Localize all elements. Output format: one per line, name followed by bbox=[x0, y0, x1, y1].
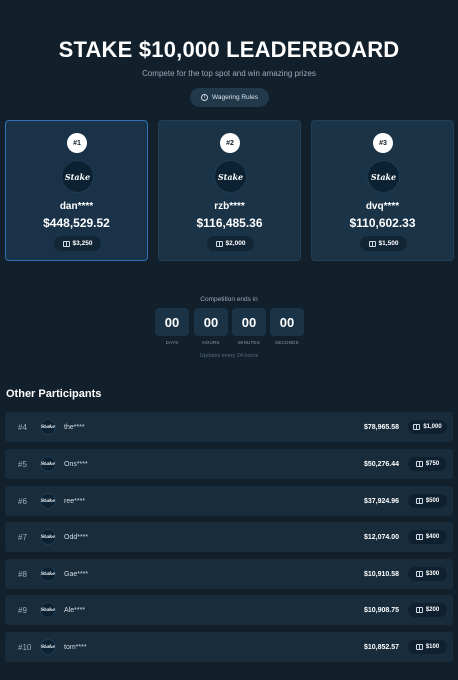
row-wager-amount: $10,852.57 bbox=[363, 643, 399, 651]
leaderboard-page: STAKE $10,000 LEADERBOARD Compete for th… bbox=[0, 0, 458, 680]
row-prize-amount: $200 bbox=[425, 607, 440, 613]
wager-amount: $110,602.33 bbox=[349, 216, 416, 230]
row-rank: #10 bbox=[18, 642, 32, 652]
row-prize-badge: $1,000 bbox=[408, 420, 447, 434]
row-player-name: tom**** bbox=[64, 643, 87, 651]
row-prize-badge: $300 bbox=[408, 567, 447, 581]
row-wager-amount: $50,276.44 bbox=[363, 460, 399, 468]
row-player-name: ree**** bbox=[64, 497, 86, 505]
stake-logo: Stake bbox=[40, 529, 56, 545]
gift-icon bbox=[415, 644, 423, 650]
rank-badge: #3 bbox=[373, 133, 393, 153]
row-wager-amount: $10,910.58 bbox=[363, 570, 399, 578]
player-name: dan**** bbox=[59, 201, 94, 212]
info-icon: i bbox=[200, 94, 208, 101]
gift-icon bbox=[368, 240, 376, 247]
page-title: STAKE $10,000 LEADERBOARD bbox=[58, 37, 400, 62]
row-player-name: Odd**** bbox=[64, 533, 89, 541]
row-wager-amount: $10,908.75 bbox=[363, 606, 399, 614]
countdown-hours: 00 bbox=[194, 308, 228, 336]
gift-icon bbox=[62, 240, 70, 247]
row-player-name: Ons**** bbox=[64, 460, 88, 468]
podium-card-first: #1 Stake dan**** $448,529.52 $3,250 bbox=[5, 120, 148, 261]
gift-icon bbox=[415, 498, 423, 504]
prize-amount: $2,000 bbox=[225, 240, 246, 247]
gift-icon bbox=[415, 534, 423, 540]
row-prize-amount: $750 bbox=[425, 461, 440, 467]
table-row: #9 Stake Ale**** $10,908.75 $200 bbox=[5, 595, 453, 625]
table-row: #8 Stake Gae**** $10,910.58 $300 bbox=[5, 559, 453, 589]
wagering-rules-label: Wagering Rules bbox=[211, 94, 258, 101]
row-prize-badge: $400 bbox=[408, 530, 447, 544]
row-prize-badge: $500 bbox=[408, 494, 447, 508]
row-prize-amount: $500 bbox=[425, 498, 440, 504]
podium-card-third: #3 Stake dvq**** $110,602.33 $1,500 bbox=[311, 120, 454, 261]
stake-logo: Stake bbox=[40, 639, 56, 655]
stake-logo: Stake bbox=[40, 456, 56, 472]
table-row: #4 Stake the**** $78,965.58 $1,000 bbox=[5, 412, 453, 442]
row-prize-amount: $300 bbox=[425, 571, 440, 577]
table-row: #7 Stake Odd**** $12,074.00 $400 bbox=[5, 522, 453, 552]
row-rank: #6 bbox=[18, 496, 27, 506]
stake-logo: Stake bbox=[214, 160, 247, 193]
stake-logo: Stake bbox=[367, 160, 400, 193]
row-wager-amount: $78,965.58 bbox=[363, 423, 399, 431]
page-subtitle: Compete for the top spot and win amazing… bbox=[142, 69, 316, 78]
row-rank: #8 bbox=[18, 569, 27, 579]
countdown-days-label: DAYS bbox=[165, 340, 179, 345]
prize-amount: $1,500 bbox=[378, 240, 399, 247]
player-name: dvq**** bbox=[365, 201, 400, 212]
stake-logo: Stake bbox=[61, 160, 94, 193]
countdown-hours-label: HOURS bbox=[202, 340, 220, 345]
row-rank: #4 bbox=[18, 422, 27, 432]
table-row: #10 Stake tom**** $10,852.57 $100 bbox=[5, 632, 453, 662]
update-note: Updates every 24 hours bbox=[199, 353, 259, 359]
section-title-other-participants: Other Participants bbox=[6, 388, 102, 400]
row-prize-badge: $750 bbox=[408, 457, 447, 471]
row-player-name: the**** bbox=[64, 423, 85, 431]
gift-icon bbox=[215, 240, 223, 247]
row-prize-amount: $400 bbox=[425, 534, 440, 540]
prize-badge: $2,000 bbox=[207, 236, 254, 251]
wager-amount: $448,529.52 bbox=[43, 216, 110, 230]
countdown-days: 00 bbox=[155, 308, 189, 336]
gift-icon bbox=[415, 461, 423, 467]
row-rank: #7 bbox=[18, 532, 27, 542]
row-prize-amount: $1,000 bbox=[423, 424, 442, 430]
gift-icon bbox=[413, 424, 421, 430]
countdown-seconds-label: SECONDS bbox=[275, 340, 299, 345]
stake-logo: Stake bbox=[40, 493, 56, 509]
countdown-minutes-label: MINUTES bbox=[238, 340, 260, 345]
gift-icon bbox=[415, 607, 423, 613]
rank-badge: #1 bbox=[67, 133, 87, 153]
countdown-label: Competition ends in bbox=[200, 296, 258, 303]
player-name: rzb**** bbox=[214, 201, 245, 212]
row-prize-badge: $200 bbox=[408, 603, 447, 617]
row-wager-amount: $12,074.00 bbox=[363, 533, 399, 541]
countdown-seconds: 00 bbox=[270, 308, 304, 336]
wagering-rules-button[interactable]: i Wagering Rules bbox=[190, 88, 269, 107]
stake-logo: Stake bbox=[40, 602, 56, 618]
podium-card-second: #2 Stake rzb**** $116,485.36 $2,000 bbox=[158, 120, 301, 261]
prize-badge: $1,500 bbox=[360, 236, 407, 251]
prize-badge: $3,250 bbox=[54, 236, 101, 251]
row-player-name: Ale**** bbox=[64, 606, 86, 614]
table-row: #5 Stake Ons**** $50,276.44 $750 bbox=[5, 449, 453, 479]
row-prize-badge: $100 bbox=[408, 640, 447, 654]
rank-badge: #2 bbox=[220, 133, 240, 153]
table-row: #6 Stake ree**** $37,924.96 $500 bbox=[5, 486, 453, 516]
row-rank: #5 bbox=[18, 459, 27, 469]
gift-icon bbox=[415, 571, 423, 577]
row-prize-amount: $100 bbox=[425, 644, 440, 650]
prize-amount: $3,250 bbox=[72, 240, 93, 247]
countdown-minutes: 00 bbox=[232, 308, 266, 336]
row-rank: #9 bbox=[18, 605, 27, 615]
row-player-name: Gae**** bbox=[64, 570, 89, 578]
stake-logo: Stake bbox=[40, 566, 56, 582]
wager-amount: $116,485.36 bbox=[196, 216, 263, 230]
stake-logo: Stake bbox=[40, 419, 56, 435]
row-wager-amount: $37,924.96 bbox=[363, 497, 399, 505]
